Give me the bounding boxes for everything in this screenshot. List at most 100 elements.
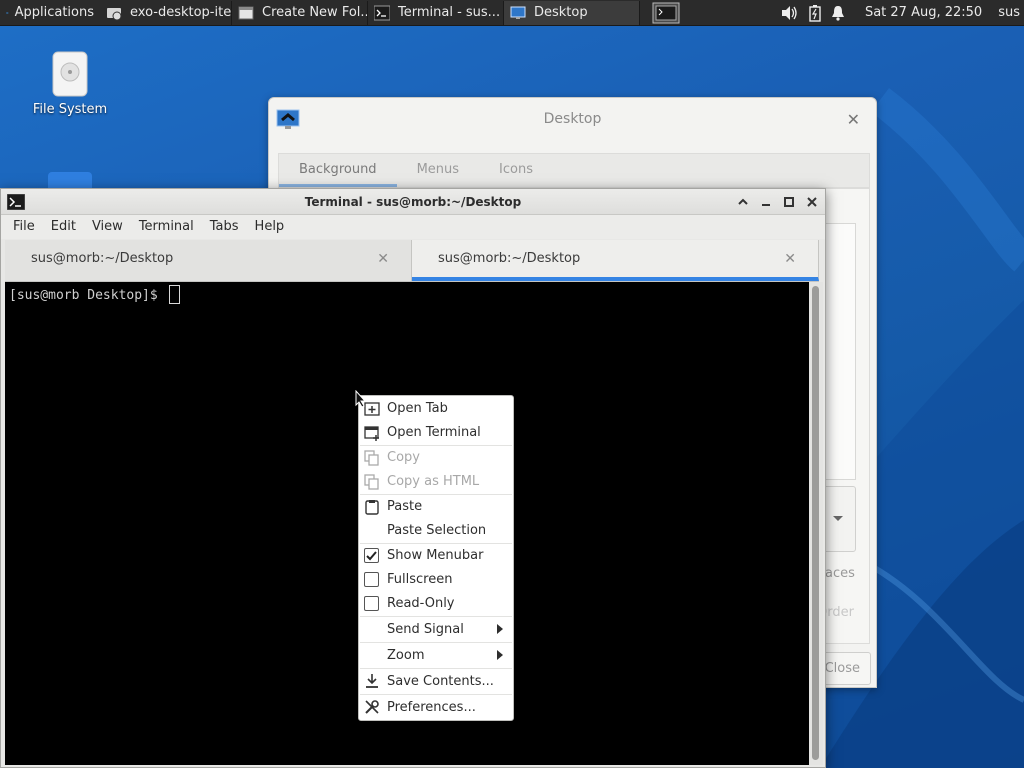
- menu-item-label: Open Terminal: [387, 425, 481, 440]
- drive-icon: [52, 51, 88, 97]
- task-label: exo-desktop-ite...: [130, 5, 232, 20]
- menu-item-fullscreen[interactable]: Fullscreen: [359, 568, 513, 592]
- tab-close-icon[interactable]: ✕: [784, 240, 796, 278]
- tab-menus[interactable]: Menus: [397, 154, 479, 187]
- dialog-title: Desktop: [543, 111, 602, 127]
- submenu-arrow-icon: [497, 650, 503, 660]
- menu-item-copy-as-html[interactable]: Copy as HTML: [359, 470, 513, 494]
- desktop-settings-icon: [510, 6, 526, 19]
- paste-icon: [365, 500, 379, 515]
- clock[interactable]: Sat 27 Aug, 22:50: [865, 5, 982, 20]
- tab-close-icon[interactable]: ✕: [377, 240, 389, 278]
- terminal-title: Terminal - sus@morb:~/Desktop: [304, 195, 522, 209]
- menu-edit[interactable]: Edit: [43, 215, 84, 239]
- save-icon: [366, 674, 378, 688]
- maximize-icon[interactable]: [781, 194, 797, 210]
- terminal-tab-2[interactable]: sus@morb:~/Desktop ✕: [412, 240, 819, 281]
- menu-item-label: Show Menubar: [387, 548, 484, 563]
- terminal-titlebar[interactable]: Terminal - sus@morb:~/Desktop: [1, 189, 825, 215]
- volume-icon[interactable]: [781, 5, 799, 21]
- dialog-partial-label-aces: aces: [825, 566, 855, 581]
- menu-item-label: Paste: [387, 499, 423, 514]
- menu-item-label: Read-Only: [387, 596, 455, 611]
- menu-item-label: Zoom: [387, 648, 425, 663]
- terminal-tab-1[interactable]: sus@morb:~/Desktop ✕: [5, 240, 412, 281]
- terminal-scrollbar[interactable]: [809, 282, 823, 765]
- task-create-new-folder[interactable]: Create New Fol...: [232, 0, 368, 25]
- folder-window-icon: [238, 6, 254, 19]
- menu-item-label: Preferences...: [387, 700, 476, 715]
- battery-icon[interactable]: [809, 4, 821, 22]
- tab-icons[interactable]: Icons: [479, 154, 553, 187]
- menu-item-open-terminal[interactable]: Open Terminal: [359, 421, 513, 445]
- menu-help[interactable]: Help: [247, 215, 293, 239]
- workspace-switcher[interactable]: [646, 1, 686, 25]
- task-label: Desktop: [534, 5, 588, 20]
- menu-item-copy[interactable]: Copy: [359, 446, 513, 470]
- mouse-pointer-icon: [355, 390, 367, 408]
- task-label: Create New Fol...: [262, 5, 368, 20]
- user-menu[interactable]: sus: [998, 5, 1020, 20]
- close-button-label: Close: [824, 661, 860, 676]
- desktop-icon-label: File System: [32, 102, 108, 117]
- menu-item-label: Save Contents...: [387, 674, 494, 689]
- system-tray: Sat 27 Aug, 22:50 sus: [781, 4, 1024, 22]
- minimize-icon[interactable]: [758, 194, 774, 210]
- preferences-icon: [365, 700, 379, 714]
- menu-file[interactable]: File: [5, 215, 43, 239]
- menu-item-open-tab[interactable]: Open Tab: [359, 397, 513, 421]
- task-desktop[interactable]: Desktop: [504, 0, 640, 25]
- menu-item-save-contents[interactable]: Save Contents...: [359, 669, 513, 694]
- terminal-tab-bar: sus@morb:~/Desktop ✕ sus@morb:~/Desktop …: [5, 240, 819, 282]
- terminal-prompt: [sus@morb Desktop]$: [9, 285, 180, 304]
- terminal-icon: [374, 5, 390, 20]
- close-icon[interactable]: [804, 194, 820, 210]
- menu-tabs[interactable]: Tabs: [202, 215, 247, 239]
- menu-item-read-only[interactable]: Read-Only: [359, 592, 513, 616]
- chevron-up-icon[interactable]: [735, 194, 751, 210]
- prompt-text: [sus@morb Desktop]$: [9, 288, 166, 303]
- menu-item-label: Copy as HTML: [387, 474, 480, 489]
- tab-label: sus@morb:~/Desktop: [31, 251, 174, 266]
- notification-bell-icon[interactable]: [831, 5, 845, 21]
- task-file-manager[interactable]: exo-desktop-ite...: [100, 0, 232, 25]
- scrollbar-thumb[interactable]: [812, 286, 819, 760]
- terminal-context-menu: Open Tab Open Terminal Copy Copy as HTML…: [358, 395, 514, 721]
- menu-item-label: Copy: [387, 450, 420, 465]
- text-cursor: [168, 285, 180, 304]
- task-terminal[interactable]: Terminal - sus...: [368, 0, 504, 25]
- menu-item-paste[interactable]: Paste: [359, 495, 513, 519]
- applications-menu-button[interactable]: Applications: [0, 1, 100, 25]
- checkbox-unchecked-icon[interactable]: [364, 596, 379, 611]
- terminal-menubar: File Edit View Terminal Tabs Help: [1, 215, 825, 239]
- menu-item-label: Send Signal: [387, 622, 464, 637]
- submenu-arrow-icon: [497, 624, 503, 634]
- menu-item-label: Paste Selection: [387, 523, 487, 538]
- xfce-logo-icon: [6, 11, 9, 14]
- open-terminal-icon: [364, 426, 379, 441]
- tab-label: sus@morb:~/Desktop: [438, 251, 581, 266]
- file-manager-icon: [107, 7, 122, 20]
- workspace-icon: [652, 2, 680, 23]
- tab-background[interactable]: Background: [279, 154, 397, 187]
- menu-item-show-menubar[interactable]: Show Menubar: [359, 544, 513, 568]
- desktop-icon-file-system[interactable]: File System: [20, 50, 120, 117]
- menu-item-zoom[interactable]: Zoom: [359, 643, 513, 668]
- menu-item-send-signal[interactable]: Send Signal: [359, 617, 513, 642]
- task-label: Terminal - sus...: [398, 5, 501, 20]
- menu-item-preferences[interactable]: Preferences...: [359, 695, 513, 720]
- top-panel: Applications exo-desktop-ite... Create N…: [0, 0, 1024, 26]
- copy-html-icon: [364, 474, 379, 490]
- checkbox-unchecked-icon[interactable]: [364, 572, 379, 587]
- checkbox-checked-icon[interactable]: [364, 548, 379, 563]
- menu-item-paste-selection[interactable]: Paste Selection: [359, 519, 513, 543]
- dialog-close-button[interactable]: ✕: [847, 110, 860, 129]
- menu-item-label: Fullscreen: [387, 572, 453, 587]
- applications-label: Applications: [14, 5, 94, 20]
- dialog-tab-bar: Background Menus Icons: [278, 153, 870, 188]
- copy-icon: [364, 450, 379, 466]
- menu-terminal[interactable]: Terminal: [131, 215, 202, 239]
- menu-view[interactable]: View: [84, 215, 131, 239]
- menu-item-label: Open Tab: [387, 401, 448, 416]
- chevron-down-icon: [833, 516, 843, 521]
